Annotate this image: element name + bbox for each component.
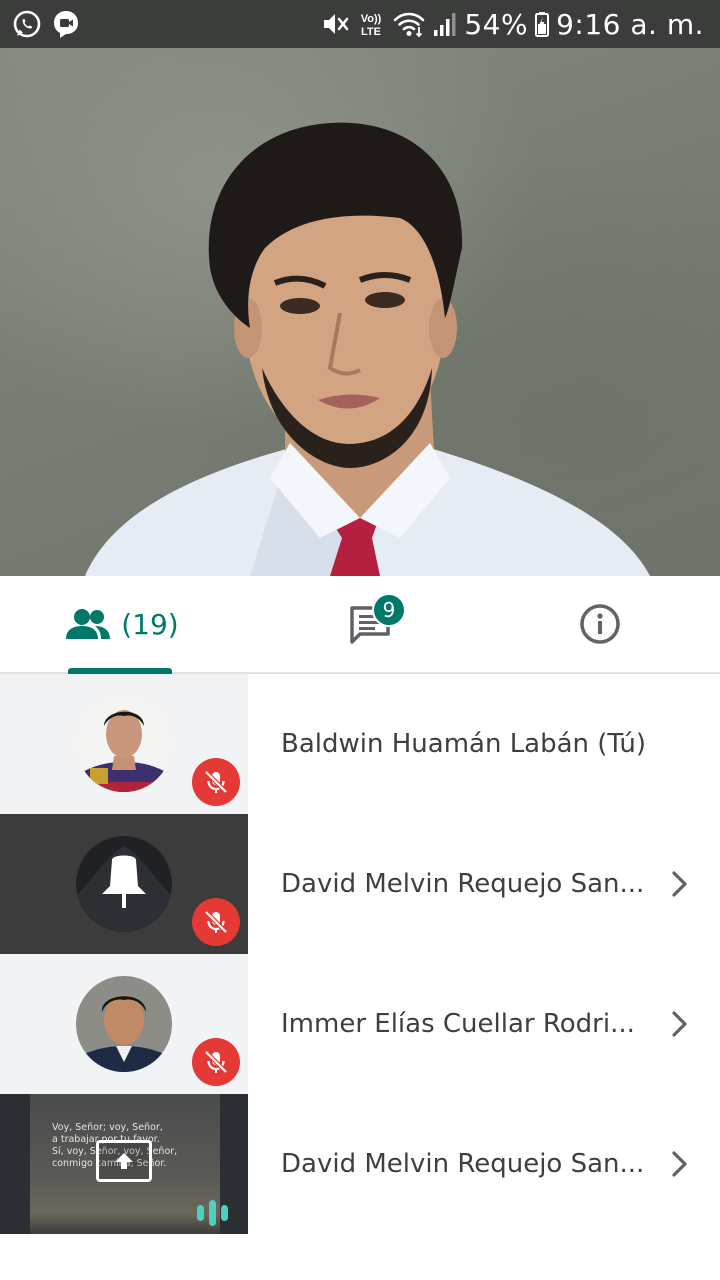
participant-count: (19) (121, 607, 179, 641)
participant-name: Baldwin Huamán Labán (Tú) (281, 729, 646, 759)
screen-share-icon (96, 1140, 152, 1182)
whatsapp-icon (12, 9, 42, 39)
vibrate-muted-icon (320, 10, 350, 38)
presentation-thumbnail: Voy, Señor; voy, Señor, a trabajar por t… (0, 1094, 248, 1234)
chat-unread-badge: 9 (372, 593, 406, 627)
chevron-right-icon[interactable] (670, 1150, 690, 1178)
clock: 9:16 a. m. (556, 7, 704, 41)
participant-thumbnail (0, 954, 248, 1094)
participant-name: David Melvin Requejo San... (281, 1149, 645, 1179)
participant-row[interactable]: Voy, Señor; voy, Señor, a trabajar por t… (0, 1094, 720, 1234)
participant-thumbnail (0, 814, 248, 954)
status-bar: Vo)) LTE 54% 9:16 a. m. (0, 0, 720, 48)
participant-name: David Melvin Requejo San... (281, 869, 645, 899)
status-right: Vo)) LTE 54% 9:16 a. m. (320, 8, 704, 41)
participant-name: Immer Elías Cuellar Rodri... (281, 1009, 635, 1039)
speaking-indicator-icon (197, 1200, 228, 1226)
tab-chat[interactable]: 9 (330, 576, 410, 672)
mic-off-icon (192, 758, 240, 806)
participant-video-frame (85, 122, 650, 576)
status-left (12, 9, 80, 39)
meeting-tabs: (19) 9 (0, 576, 720, 674)
avatar (76, 836, 172, 932)
mic-off-icon (192, 898, 240, 946)
volte-label-top: Vo)) (361, 13, 382, 25)
participant-thumbnail: Voy, Señor; voy, Señor, a trabajar por t… (0, 1094, 248, 1234)
participant-thumbnail (0, 674, 248, 814)
chevron-right-icon[interactable] (670, 1010, 690, 1038)
participant-row[interactable]: David Melvin Requejo San... (0, 814, 720, 954)
participant-row[interactable]: Baldwin Huamán Labán (Tú) (0, 674, 720, 814)
volte-icon: Vo)) LTE (356, 10, 386, 38)
mic-off-icon (192, 1038, 240, 1086)
participant-row[interactable]: Immer Elías Cuellar Rodri... (0, 954, 720, 1094)
battery-icon (534, 10, 550, 38)
eye-left (280, 298, 320, 314)
eye-right (365, 292, 405, 308)
main-participant-video[interactable] (0, 48, 720, 576)
tab-info[interactable] (572, 576, 628, 672)
people-icon (65, 607, 111, 641)
volte-label-bottom: LTE (361, 26, 381, 38)
duo-video-icon (52, 9, 80, 39)
info-icon (579, 603, 621, 645)
wifi-icon (392, 10, 426, 38)
avatar (76, 976, 172, 1072)
avatar (76, 696, 172, 792)
cell-signal-icon (432, 10, 458, 38)
participant-list: Baldwin Huamán Labán (Tú) David Melvin R… (0, 674, 720, 1234)
battery-percent: 54% (464, 7, 529, 41)
chevron-right-icon[interactable] (670, 870, 690, 898)
ear-right (429, 298, 457, 358)
tab-participants[interactable]: (19) (56, 576, 188, 672)
